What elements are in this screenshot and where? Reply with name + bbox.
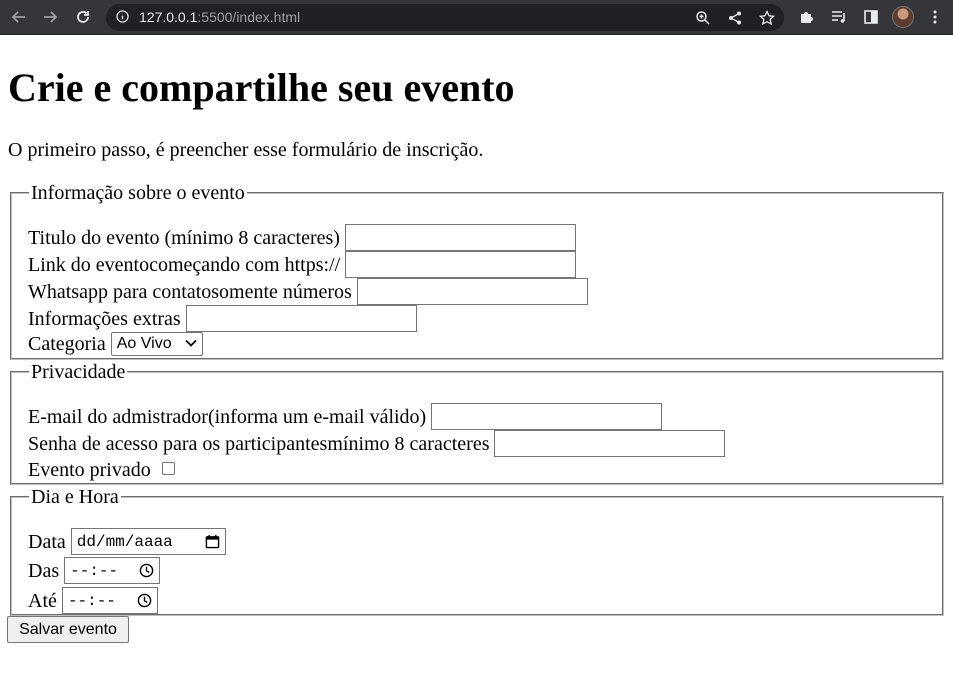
row-whatsapp: Whatsapp para contatosomente números: [28, 278, 588, 305]
fieldset-evento: Informação sobre o evento Titulo do even…: [10, 182, 944, 360]
row-titulo: Titulo do evento (mínimo 8 caracteres): [28, 224, 576, 251]
intro-text: O primeiro passo, é preencher esse formu…: [8, 139, 484, 161]
data-placeholder: dd/mm/aaaa: [76, 532, 173, 551]
categoria-label: Categoria: [28, 333, 106, 355]
zoom-icon[interactable]: [694, 9, 712, 27]
media-control-icon[interactable]: [828, 6, 850, 28]
row-ate: Até --:--: [28, 587, 158, 614]
titulo-label: Titulo do evento (mínimo 8 caracteres): [28, 226, 340, 249]
page-title: Crie e compartilhe seu evento: [8, 65, 515, 110]
categoria-selected-value: Ao Vivo: [116, 335, 172, 352]
legend-dia-hora: Dia e Hora: [31, 486, 119, 508]
titulo-input[interactable]: [344, 224, 576, 251]
row-categoria: Categoria Ao Vivo: [28, 332, 203, 356]
data-input[interactable]: dd/mm/aaaa: [70, 528, 226, 555]
fieldset-privacidade: Privacidade E-mail do admistrador(inform…: [10, 361, 944, 485]
whatsapp-label: Whatsapp para contatosomente números: [28, 280, 352, 303]
row-email: E-mail do admistrador(informa um e-mail …: [28, 403, 663, 430]
forward-icon[interactable]: [38, 5, 62, 29]
row-das: Das --:--: [28, 557, 161, 584]
link-input[interactable]: [345, 251, 577, 278]
row-data: Data dd/mm/aaaa: [28, 528, 226, 555]
email-input[interactable]: [431, 403, 663, 430]
privado-checkbox[interactable]: [161, 461, 175, 475]
link-label: Link do eventocomeçando com https://: [28, 253, 341, 276]
ate-placeholder: --:--: [67, 591, 116, 610]
avatar[interactable]: [892, 6, 914, 28]
data-label: Data: [28, 530, 66, 553]
row-link: Link do eventocomeçando com https://: [28, 251, 577, 278]
email-label: E-mail do admistrador(informa um e-mail …: [28, 405, 427, 428]
extras-input[interactable]: [185, 305, 417, 332]
categoria-select[interactable]: Ao Vivo: [110, 332, 203, 356]
fieldset-dia-hora: Dia e Hora Data dd/mm/aaaa Das --:-- Até…: [10, 486, 944, 616]
save-event-button[interactable]: Salvar evento: [7, 616, 129, 643]
back-icon[interactable]: [7, 5, 31, 29]
chevron-down-icon: [185, 339, 197, 347]
row-extras: Informações extras: [28, 305, 417, 332]
calendar-icon[interactable]: [205, 534, 220, 549]
kebab-menu-icon[interactable]: [924, 6, 946, 28]
legend-evento: Informação sobre o evento: [31, 182, 245, 204]
info-icon[interactable]: [116, 10, 129, 23]
clock-icon[interactable]: [137, 593, 152, 608]
row-privado: Evento privado: [28, 458, 175, 482]
share-icon[interactable]: [726, 9, 744, 27]
das-placeholder: --:--: [70, 561, 119, 580]
das-time-input[interactable]: --:--: [64, 557, 161, 584]
star-icon[interactable]: [758, 9, 776, 27]
side-panel-icon[interactable]: [860, 6, 882, 28]
extras-label: Informações extras: [28, 307, 181, 330]
address-bar[interactable]: 127.0.0.1:5500/index.html: [106, 4, 784, 31]
senha-label: Senha de acesso para os participantesmín…: [28, 432, 490, 455]
senha-input[interactable]: [494, 430, 726, 457]
privado-label: Evento privado: [28, 459, 151, 481]
ate-label: Até: [28, 589, 57, 612]
row-senha: Senha de acesso para os participantesmín…: [28, 430, 726, 457]
browser-toolbar: 127.0.0.1:5500/index.html: [0, 0, 953, 35]
reload-icon[interactable]: [71, 5, 95, 29]
legend-privacidade: Privacidade: [31, 361, 126, 383]
whatsapp-input[interactable]: [356, 278, 588, 305]
address-url: 127.0.0.1:5500/index.html: [139, 9, 301, 25]
puzzle-icon[interactable]: [796, 6, 818, 28]
clock-icon[interactable]: [139, 563, 154, 578]
das-label: Das: [28, 559, 60, 582]
ate-time-input[interactable]: --:--: [61, 587, 158, 614]
